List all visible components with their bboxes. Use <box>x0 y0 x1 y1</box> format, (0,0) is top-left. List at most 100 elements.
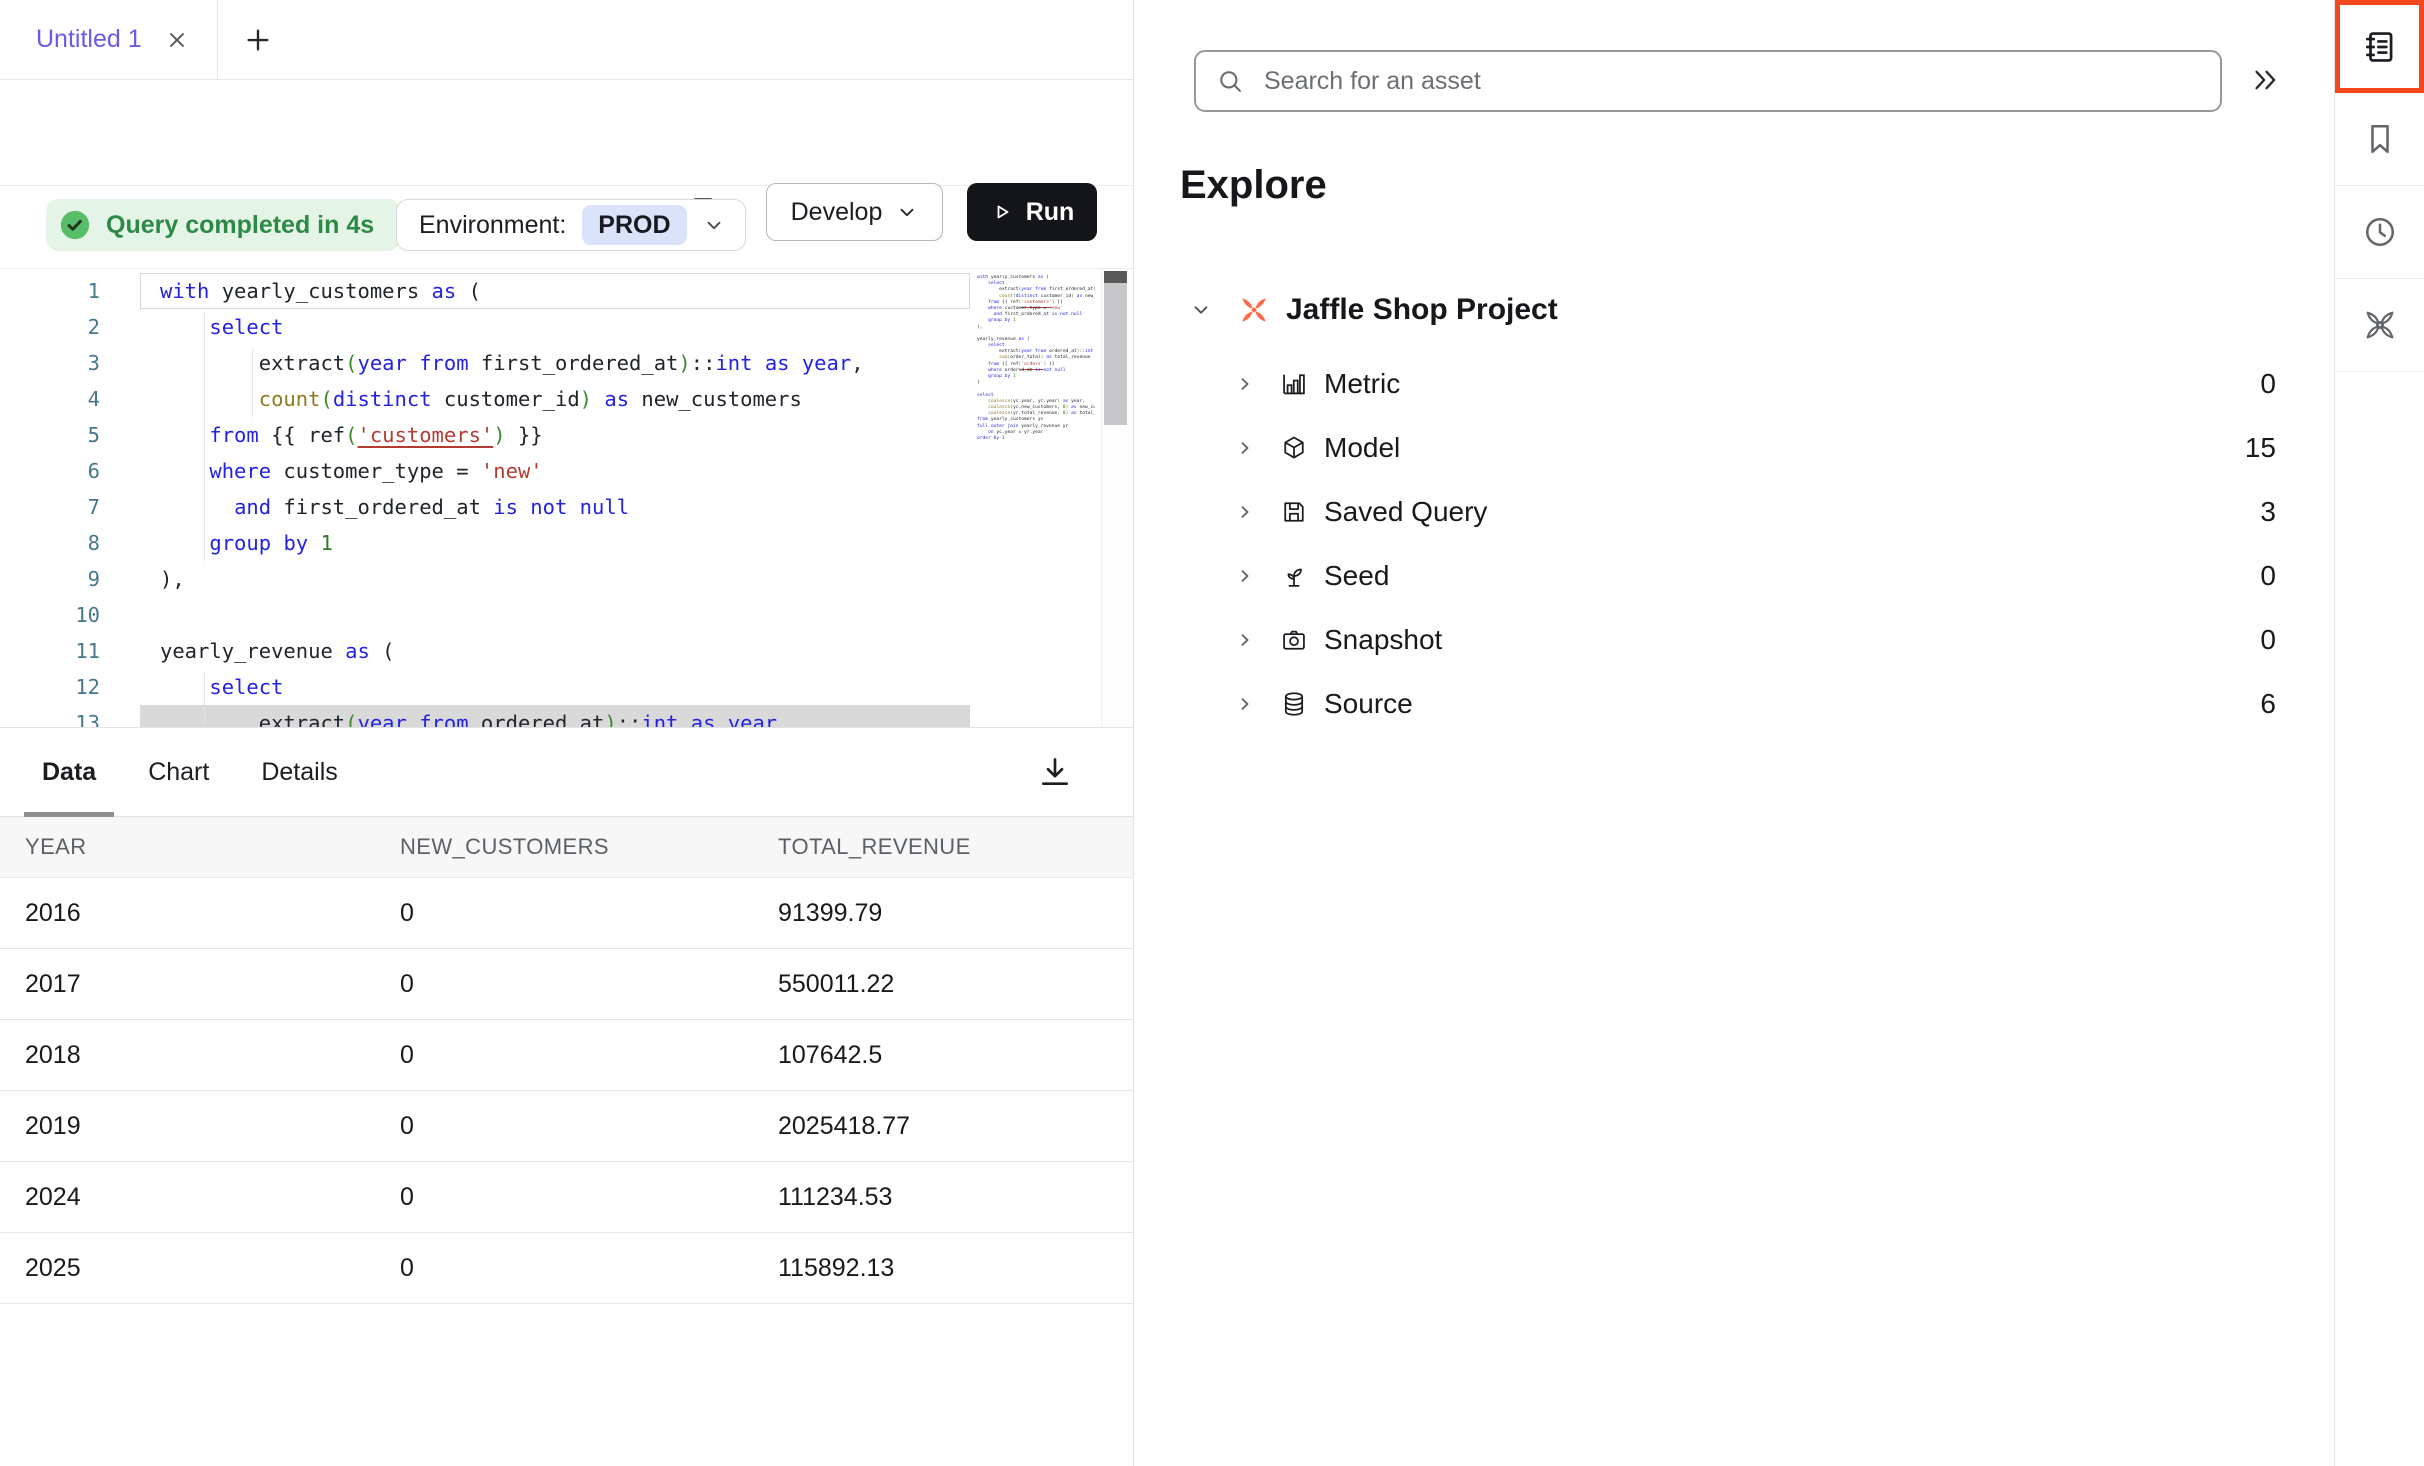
file-tab-untitled-1[interactable]: Untitled 1 <box>0 0 218 79</box>
table-cell: 91399.79 <box>778 899 1133 928</box>
code-line[interactable]: 11yearly_revenue as ( <box>0 633 970 669</box>
tree-item-label: Seed <box>1324 560 1389 592</box>
table-row: 20250115892.13 <box>0 1233 1133 1304</box>
minimap-line: order by 1 <box>977 436 1095 442</box>
tree-project-row[interactable]: Jaffle Shop Project <box>1134 282 2334 338</box>
sql-editor[interactable]: 1with yearly_customers as (2 select3 ext… <box>0 268 1133 728</box>
line-number: 12 <box>0 669 140 705</box>
table-cell: 2017 <box>25 970 400 999</box>
ide-window: Untitled 1 Develop Run <box>0 0 2424 1466</box>
code-line[interactable]: 8 group by 1 <box>0 525 970 561</box>
code-line[interactable]: 7 and first_ordered_at is not null <box>0 489 970 525</box>
tab-details-label: Details <box>261 758 337 787</box>
environment-selector[interactable]: Environment: PROD <box>396 199 746 251</box>
code-line-text[interactable]: select <box>140 669 970 705</box>
editor-scrollbar[interactable] <box>1101 269 1129 728</box>
editor-toolbar: Develop Run <box>0 80 1133 186</box>
check-circle-icon <box>58 208 92 242</box>
indent-guide <box>204 313 205 561</box>
plus-icon <box>243 25 273 55</box>
line-number: 2 <box>0 309 140 345</box>
column-header-total-revenue: TOTAL_REVENUE <box>778 834 1133 860</box>
code-line-text[interactable]: extract(year from ordered_at)::int as ye… <box>140 705 970 728</box>
code-line-text[interactable] <box>140 597 970 633</box>
collapse-panel-button[interactable] <box>2242 56 2290 104</box>
code-line[interactable]: 5 from {{ ref('customers') }} <box>0 417 970 453</box>
dbt-logo-icon <box>1236 292 1272 328</box>
dbt-pinwheel-icon <box>2361 306 2399 344</box>
tool-history[interactable] <box>2335 186 2424 279</box>
tree-item-snapshot[interactable]: Snapshot 0 <box>1134 608 2334 672</box>
file-tab-bar: Untitled 1 <box>0 0 1133 80</box>
bookmark-icon <box>2362 121 2398 157</box>
tree-item-count: 6 <box>2260 688 2276 720</box>
editor-minimap[interactable]: with yearly_customers as ( select extrac… <box>977 275 1095 721</box>
code-line[interactable]: 10 <box>0 597 970 633</box>
tool-bookmarks[interactable] <box>2335 93 2424 186</box>
tree-item-source[interactable]: Source 6 <box>1134 672 2334 736</box>
new-tab-button[interactable] <box>238 20 278 60</box>
code-line[interactable]: 4 count(distinct customer_id) as new_cus… <box>0 381 970 417</box>
code-line-text[interactable]: from {{ ref('customers') }} <box>140 417 970 453</box>
download-results-button[interactable] <box>1035 752 1075 792</box>
code-line[interactable]: 12 select <box>0 669 970 705</box>
tab-details[interactable]: Details <box>261 728 337 816</box>
code-area[interactable]: 1with yearly_customers as (2 select3 ext… <box>0 273 970 728</box>
code-line[interactable]: 13 extract(year from ordered_at)::int as… <box>0 705 970 728</box>
tree-item-metric[interactable]: Metric 0 <box>1134 352 2334 416</box>
line-number: 5 <box>0 417 140 453</box>
tree-item-seed[interactable]: Seed 0 <box>1134 544 2334 608</box>
asset-search-input[interactable] <box>1262 66 2220 97</box>
code-line-text[interactable]: group by 1 <box>140 525 970 561</box>
code-line[interactable]: 1with yearly_customers as ( <box>0 273 970 309</box>
asset-search-box[interactable] <box>1194 50 2222 112</box>
chevron-right-icon <box>1236 631 1254 649</box>
tree-item-count: 0 <box>2260 560 2276 592</box>
code-line[interactable]: 2 select <box>0 309 970 345</box>
code-line-text[interactable]: with yearly_customers as ( <box>140 273 970 309</box>
tool-dbt[interactable] <box>2335 279 2424 372</box>
line-number: 11 <box>0 633 140 669</box>
environment-label: Environment: <box>419 211 566 240</box>
table-cell: 115892.13 <box>778 1254 1133 1283</box>
tab-chart[interactable]: Chart <box>148 728 209 816</box>
code-line-text[interactable]: yearly_revenue as ( <box>140 633 970 669</box>
table-row: 2016091399.79 <box>0 878 1133 949</box>
table-cell: 0 <box>400 1254 778 1283</box>
query-status-text: Query completed in 4s <box>106 211 374 240</box>
file-tab-title: Untitled 1 <box>36 25 142 54</box>
tree-item-saved-query[interactable]: Saved Query 3 <box>1134 480 2334 544</box>
table-cell: 111234.53 <box>778 1183 1133 1212</box>
chevron-down-icon <box>1190 299 1212 321</box>
table-cell: 107642.5 <box>778 1041 1133 1070</box>
chevron-right-icon <box>1236 375 1254 393</box>
code-line-text[interactable]: and first_ordered_at is not null <box>140 489 970 525</box>
code-line[interactable]: 6 where customer_type = 'new' <box>0 453 970 489</box>
table-cell: 0 <box>400 1112 778 1141</box>
code-line[interactable]: 9), <box>0 561 970 597</box>
explore-panel: Explore Jaffle Shop Project Metric 0 <box>1134 0 2334 1466</box>
chevron-right-icon <box>1236 695 1254 713</box>
code-line[interactable]: 3 extract(year from first_ordered_at)::i… <box>0 345 970 381</box>
search-icon <box>1216 67 1244 95</box>
tree-item-model[interactable]: Model 15 <box>1134 416 2334 480</box>
tab-data[interactable]: Data <box>42 728 96 816</box>
seed-icon <box>1280 562 1308 590</box>
table-row: 20180107642.5 <box>0 1020 1133 1091</box>
tool-explore-notebook[interactable] <box>2335 0 2424 93</box>
code-line-text[interactable]: extract(year from first_ordered_at)::int… <box>140 345 970 381</box>
close-tab-icon[interactable] <box>164 27 190 53</box>
line-number: 3 <box>0 345 140 381</box>
scrollbar-marker <box>1104 271 1127 283</box>
table-row: 20170550011.22 <box>0 949 1133 1020</box>
line-number: 13 <box>0 705 140 728</box>
table-cell: 0 <box>400 1183 778 1212</box>
indent-guide <box>252 349 253 417</box>
line-number: 8 <box>0 525 140 561</box>
scrollbar-thumb[interactable] <box>1104 283 1127 425</box>
code-line-text[interactable]: where customer_type = 'new' <box>140 453 970 489</box>
code-line-text[interactable]: ), <box>140 561 970 597</box>
code-line-text[interactable]: select <box>140 309 970 345</box>
table-cell: 2018 <box>25 1041 400 1070</box>
code-line-text[interactable]: count(distinct customer_id) as new_custo… <box>140 381 970 417</box>
